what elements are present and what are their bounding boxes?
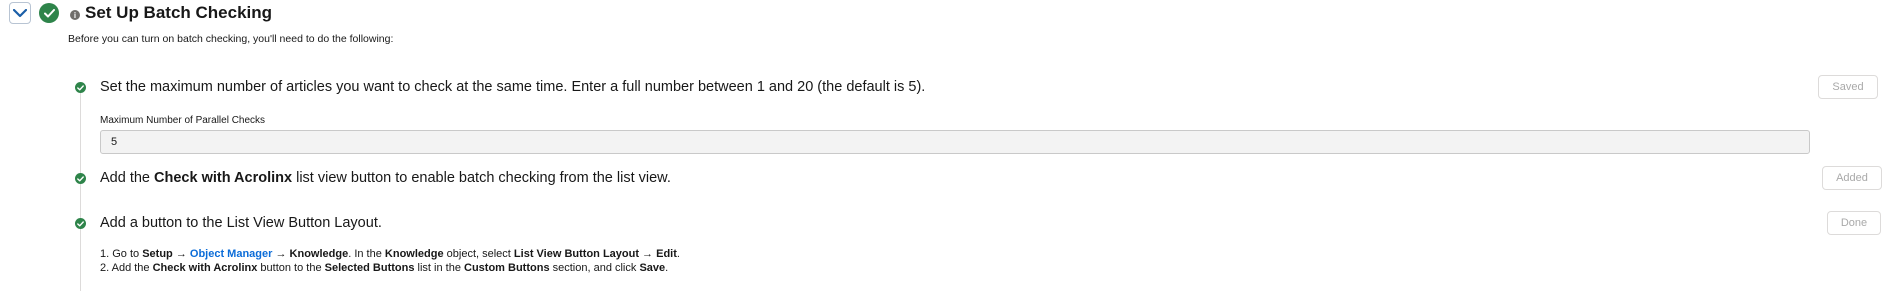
added-button[interactable]: Added (1822, 166, 1882, 190)
collapse-toggle-button[interactable] (9, 2, 31, 24)
section-complete-icon (39, 3, 59, 23)
step-complete-icon (75, 173, 86, 184)
step-connector-line (80, 90, 81, 291)
info-icon[interactable]: i (70, 10, 80, 20)
step-2-text: Add the Check with Acrolinx list view bu… (100, 170, 671, 186)
parallel-checks-input[interactable] (100, 130, 1810, 154)
done-button[interactable]: Done (1827, 211, 1881, 235)
step-1-text: Set the maximum number of articles you w… (100, 79, 926, 95)
section-title: Set Up Batch Checking (85, 3, 273, 22)
instruction-line-2: 2. Add the Check with Acrolinx button to… (100, 262, 669, 274)
step-complete-icon (75, 218, 86, 229)
step-complete-icon (75, 82, 86, 93)
field-label: Maximum Number of Parallel Checks (100, 115, 266, 126)
step-3-text: Add a button to the List View Button Lay… (100, 215, 382, 231)
chevron-down-icon (13, 8, 27, 17)
instruction-line-1: 1. Go to Setup → Object Manager → Knowle… (100, 248, 680, 260)
saved-button[interactable]: Saved (1818, 75, 1878, 99)
object-manager-link[interactable]: Object Manager (190, 248, 273, 260)
section-intro: Before you can turn on batch checking, y… (68, 33, 394, 45)
